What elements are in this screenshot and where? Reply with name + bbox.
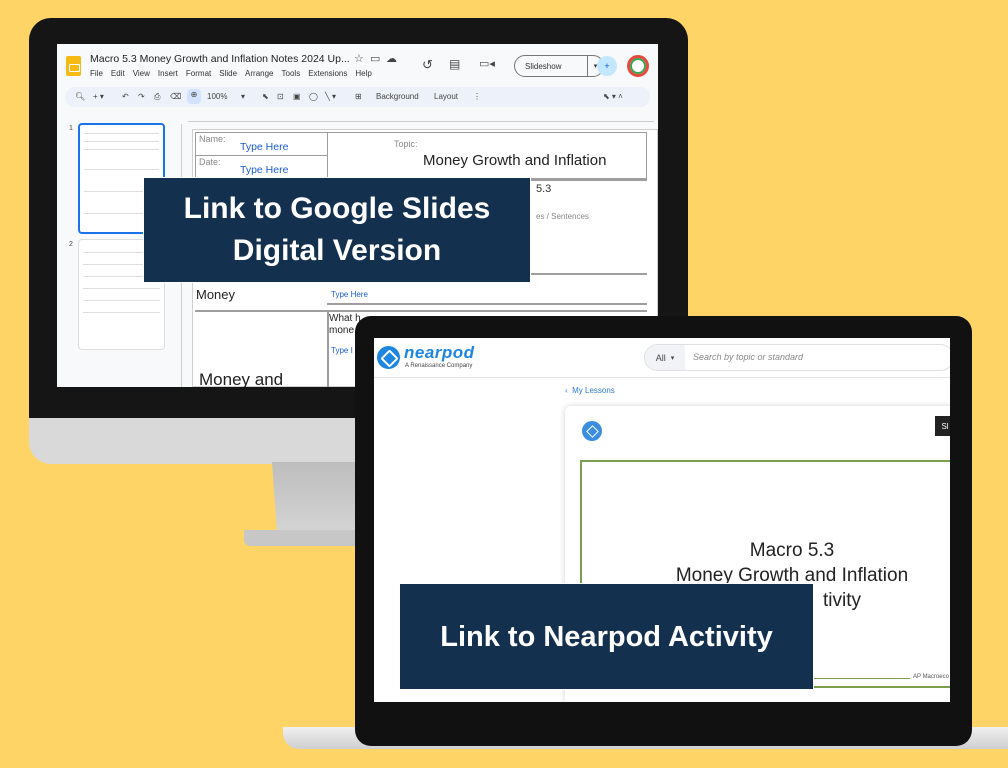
search-filter-value: All [655,352,666,363]
shape-icon[interactable]: ◯ [309,91,318,103]
nearpod-subtitle: A Renaissance Company [405,363,473,369]
search-input[interactable]: Search by topic or standard [693,352,803,362]
zoom-dropdown-icon[interactable]: ▾ [241,91,245,103]
paint-format-icon[interactable]: ⌫ [170,91,181,103]
notes-hint: es / Sentences [536,212,589,221]
search-icon[interactable]: 🔍︎ [75,91,85,103]
text-box-icon[interactable]: ⊡ [277,91,284,103]
edit-mode-icon[interactable]: ⬉ ▾ ˄ [603,91,623,103]
chevron-down-icon: ▾ [670,354,675,362]
print-icon[interactable]: ⎙ [154,91,160,103]
layout-button[interactable]: Layout [434,91,458,103]
google-slides-link[interactable]: Link to Google Slides Digital Version [143,177,531,283]
divider [327,303,647,305]
menu-view[interactable]: View [133,69,150,78]
date-label: Date: [199,157,221,167]
folder-icon[interactable]: ▭ [370,54,380,65]
row-money-input[interactable]: Type Here [331,290,368,299]
google-slides-link-line-1: Link to Google Slides [183,192,491,225]
comment-icon[interactable]: ▤ [449,58,460,70]
row-what-text-2: mone [329,325,355,336]
monitor-stand-base [244,530,364,546]
footer-line [810,678,910,679]
toolbar: 🔍︎ + ▾ ↶ ↷ ⎙ ⌫ ⊕ 100% ▾ ⬉ ⊡ ▣ ◯ ╲ ▾ ⊞ Ba… [65,87,650,107]
menu-bar: File Edit View Insert Format Slide Arran… [90,69,372,78]
nearpod-logo-icon[interactable] [377,346,400,369]
search-filter-dropdown[interactable]: All ▾ [645,345,685,370]
divider [195,310,647,312]
search-bar[interactable]: All ▾ Search by topic or standard [644,344,950,371]
slideshow-label: Slideshow [525,61,562,71]
row-label-money-and: Money and [199,370,284,387]
row-label-money: Money [196,287,236,302]
select-icon[interactable]: ⬉ [262,91,269,103]
line-icon[interactable]: ╲ ▾ [325,91,336,103]
zoom-icon[interactable]: ⊕ [187,89,201,104]
date-input[interactable]: Type Here [240,164,288,176]
google-slides-link-line-2: Digital Version [232,234,442,267]
slideshow-button[interactable]: Slideshow ▾ [514,55,604,77]
more-icon[interactable]: ⋮ [473,91,481,103]
comment-add-icon[interactable]: ⊞ [355,91,362,103]
menu-arrange[interactable]: Arrange [245,69,273,78]
zoom-value[interactable]: 100% [207,91,227,103]
menu-edit[interactable]: Edit [111,69,125,78]
nearpod-link[interactable]: Link to Nearpod Activity [399,583,814,690]
new-slide-icon[interactable]: + ▾ [93,91,104,103]
redo-icon[interactable]: ↷ [138,91,145,103]
thumbnail-number: 1 [69,125,73,132]
nearpod-header: nearpod A Renaissance Company All ▾ Sear… [374,338,950,378]
menu-format[interactable]: Format [186,69,211,78]
menu-insert[interactable]: Insert [158,69,178,78]
slide-badge[interactable]: Sl [935,416,950,436]
menu-file[interactable]: File [90,69,103,78]
cloud-icon[interactable]: ☁ [386,54,397,65]
history-icon[interactable]: ↺ [422,58,433,71]
undo-icon[interactable]: ↶ [122,91,129,103]
menu-help[interactable]: Help [355,69,371,78]
document-title[interactable]: Macro 5.3 Money Growth and Inflation Not… [90,53,350,65]
background-button[interactable]: Background [376,91,419,103]
menu-slide[interactable]: Slide [219,69,237,78]
google-slides-logo-icon[interactable] [66,56,81,76]
menu-tools[interactable]: Tools [282,69,301,78]
slide-footer: AP Macroeco [913,674,949,680]
topic-value: Money Growth and Inflation [423,152,607,169]
my-lessons-label: My Lessons [572,386,615,395]
name-input[interactable]: Type Here [240,141,288,153]
avatar[interactable] [627,55,649,77]
row-type-input[interactable]: Type I [331,346,353,355]
unit-value: 5.3 [536,183,552,195]
nearpod-logo-text[interactable]: nearpod [404,343,475,363]
horizontal-ruler [188,114,654,122]
my-lessons-link[interactable]: ‹ My Lessons [565,386,615,395]
menu-extensions[interactable]: Extensions [308,69,347,78]
star-icon[interactable]: ☆ [354,54,364,65]
image-icon[interactable]: ▣ [293,91,301,103]
slide-title-line-1: Macro 5.3 [749,540,835,561]
video-call-icon[interactable]: ▭◂ [479,59,495,70]
share-icon[interactable]: + [597,56,617,76]
nearpod-icon [582,421,602,441]
thumbnail-number: 2 [69,241,73,248]
topic-label: Topic: [394,139,418,149]
row-what-text: What h [329,313,361,324]
name-label: Name: [199,134,226,144]
